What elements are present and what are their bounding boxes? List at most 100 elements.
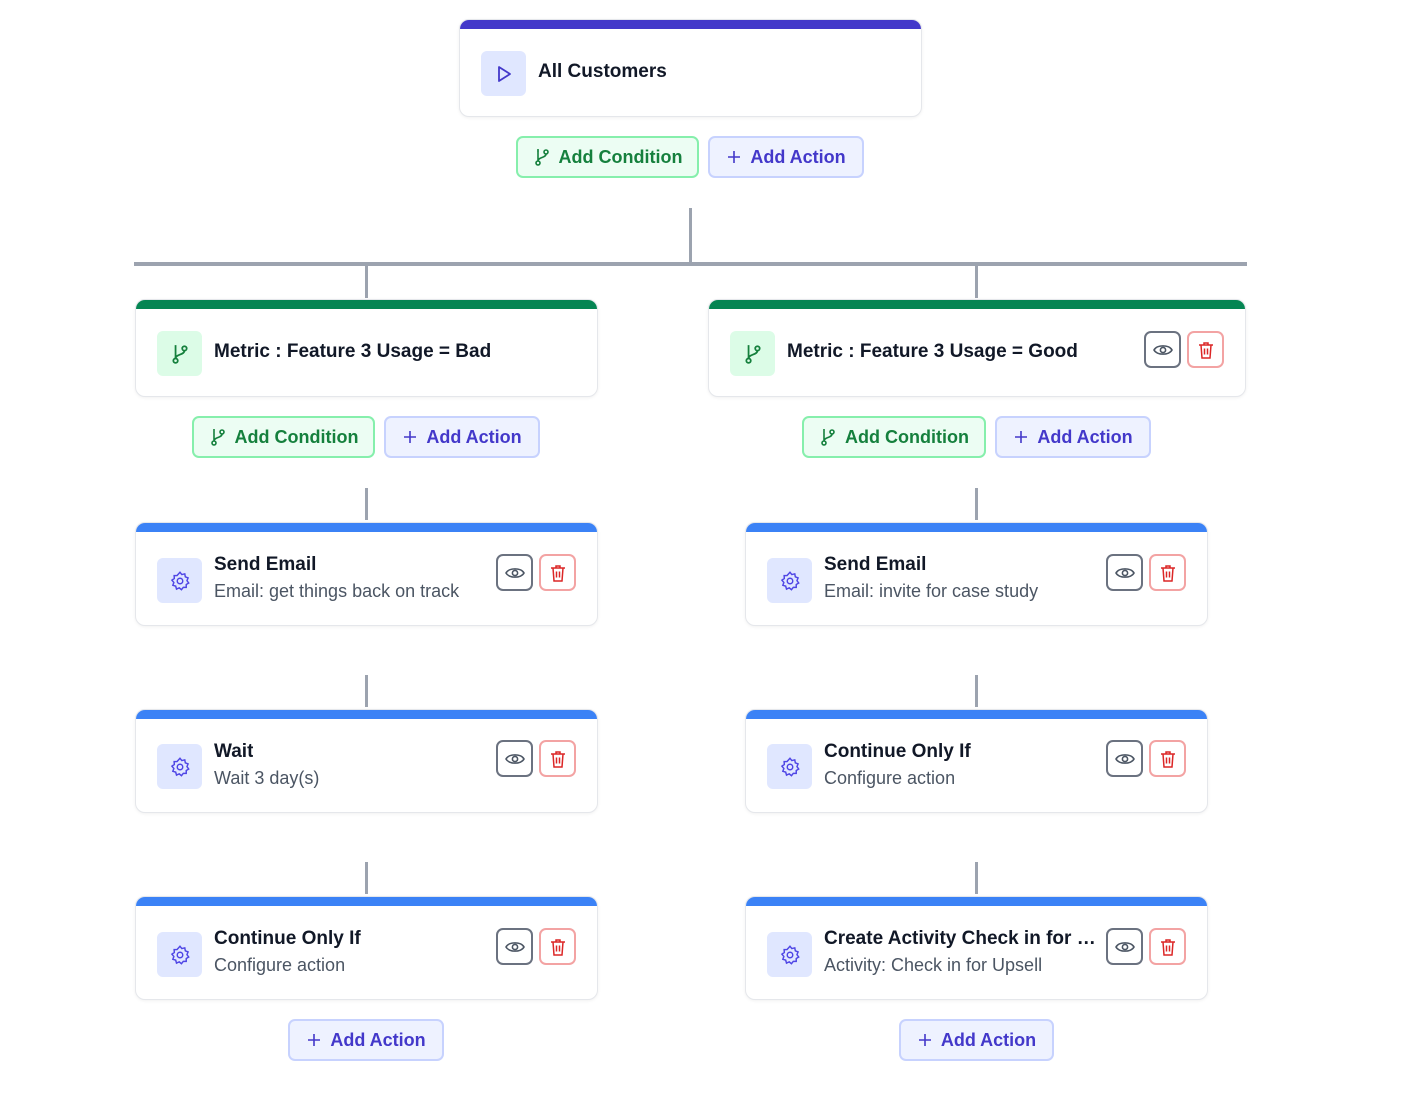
trigger-title: All Customers (538, 61, 667, 82)
action-title: Wait (214, 741, 254, 762)
delete-button[interactable] (539, 554, 576, 591)
add-condition-button-root[interactable]: Add Condition (516, 136, 699, 178)
card-accent-bar (709, 300, 1245, 309)
trash-icon (1198, 341, 1213, 359)
delete-button[interactable] (1149, 740, 1186, 777)
action-icon-box (767, 744, 812, 789)
connector-right-1 (975, 488, 978, 520)
connector-right-3 (975, 862, 978, 894)
gear-icon (170, 756, 190, 777)
delete-button[interactable] (539, 928, 576, 965)
delete-button[interactable] (539, 740, 576, 777)
action-card-left-1[interactable]: Send Email Email: get things back on tra… (135, 522, 598, 626)
card-accent-bar (746, 897, 1207, 906)
eye-icon (1114, 753, 1135, 764)
gear-icon (780, 570, 800, 591)
add-action-button-bad[interactable]: Add Action (384, 416, 540, 458)
trash-icon (1160, 564, 1175, 582)
add-action-label: Add Action (940, 1029, 1037, 1050)
trash-icon (550, 564, 565, 582)
delete-button[interactable] (1149, 928, 1186, 965)
card-accent-bar (136, 710, 597, 719)
action-card-left-2[interactable]: Wait Wait 3 day(s) (135, 709, 598, 813)
connector-left-1 (365, 488, 368, 520)
plus-icon (308, 1034, 321, 1046)
add-condition-button-good[interactable]: Add Condition (802, 416, 986, 458)
add-action-button-root[interactable]: Add Action (708, 136, 864, 178)
trigger-icon-box (481, 51, 526, 96)
connector-left-3 (365, 862, 368, 894)
condition-card-bad[interactable]: Metric : Feature 3 Usage = Bad (135, 299, 598, 397)
card-accent-bar (746, 523, 1207, 532)
connector-root (689, 208, 692, 264)
gear-icon (170, 944, 190, 965)
card-accent-bar (460, 20, 921, 29)
action-icon-box (157, 932, 202, 977)
trash-icon (550, 750, 565, 768)
connector-horizontal (134, 262, 1247, 266)
action-icon-box (157, 744, 202, 789)
gear-icon (170, 570, 190, 591)
card-accent-bar (136, 897, 597, 906)
trash-icon (1160, 938, 1175, 956)
add-condition-label: Add Condition (558, 146, 683, 167)
condition-card-good[interactable]: Metric : Feature 3 Usage = Good (708, 299, 1246, 397)
eye-icon (504, 753, 525, 764)
card-accent-bar (136, 300, 597, 309)
condition-title: Metric : Feature 3 Usage = Good (787, 341, 1078, 362)
plus-icon (728, 151, 741, 163)
view-button[interactable] (496, 928, 533, 965)
action-card-right-2[interactable]: Continue Only If Configure action (745, 709, 1208, 813)
delete-button[interactable] (1149, 554, 1186, 591)
eye-icon (1114, 567, 1135, 578)
action-subtitle: Email: get things back on track (214, 581, 460, 601)
add-action-label: Add Action (1037, 426, 1133, 447)
add-condition-button-bad[interactable]: Add Condition (192, 416, 375, 458)
add-condition-label: Add Condition (845, 426, 969, 447)
action-subtitle: Configure action (214, 955, 346, 975)
action-subtitle: Configure action (824, 768, 956, 788)
connector-right-2 (975, 675, 978, 707)
condition-icon-box (730, 331, 775, 376)
action-title: Continue Only If (824, 741, 971, 762)
add-action-button-left-bottom[interactable]: Add Action (288, 1019, 444, 1061)
action-icon-box (767, 932, 812, 977)
eye-icon (1152, 344, 1173, 355)
view-button[interactable] (1144, 331, 1181, 368)
gear-icon (780, 944, 800, 965)
branch-icon (171, 344, 188, 364)
action-card-right-1[interactable]: Send Email Email: invite for case study (745, 522, 1208, 626)
view-button[interactable] (496, 554, 533, 591)
action-card-left-3[interactable]: Continue Only If Configure action (135, 896, 598, 1000)
add-condition-label: Add Condition (234, 426, 359, 447)
action-icon-box (157, 558, 202, 603)
branch-icon (210, 429, 225, 446)
condition-title: Metric : Feature 3 Usage = Bad (214, 341, 492, 362)
view-button[interactable] (496, 740, 533, 777)
action-card-right-3[interactable]: Create Activity Check in for Upsell Acti… (745, 896, 1208, 1000)
add-action-button-right-bottom[interactable]: Add Action (899, 1019, 1054, 1061)
trigger-card[interactable]: All Customers (459, 19, 922, 117)
add-action-label: Add Action (750, 146, 846, 167)
action-title: Create Activity Check in for Upsell (824, 928, 1106, 949)
action-title: Send Email (824, 554, 927, 575)
plus-icon (1015, 431, 1028, 443)
plus-icon (404, 431, 417, 443)
view-button[interactable] (1106, 928, 1143, 965)
card-accent-bar (136, 523, 597, 532)
action-title: Send Email (214, 554, 317, 575)
delete-button[interactable] (1187, 331, 1224, 368)
eye-icon (1114, 941, 1135, 952)
gear-icon (780, 756, 800, 777)
plus-icon (918, 1034, 931, 1046)
connector-left-branch (365, 264, 368, 298)
action-icon-box (767, 558, 812, 603)
card-accent-bar (746, 710, 1207, 719)
play-icon (497, 65, 511, 82)
view-button[interactable] (1106, 554, 1143, 591)
add-action-button-good[interactable]: Add Action (995, 416, 1151, 458)
add-action-label: Add Action (426, 426, 522, 447)
trash-icon (1160, 750, 1175, 768)
view-button[interactable] (1106, 740, 1143, 777)
connector-left-2 (365, 675, 368, 707)
